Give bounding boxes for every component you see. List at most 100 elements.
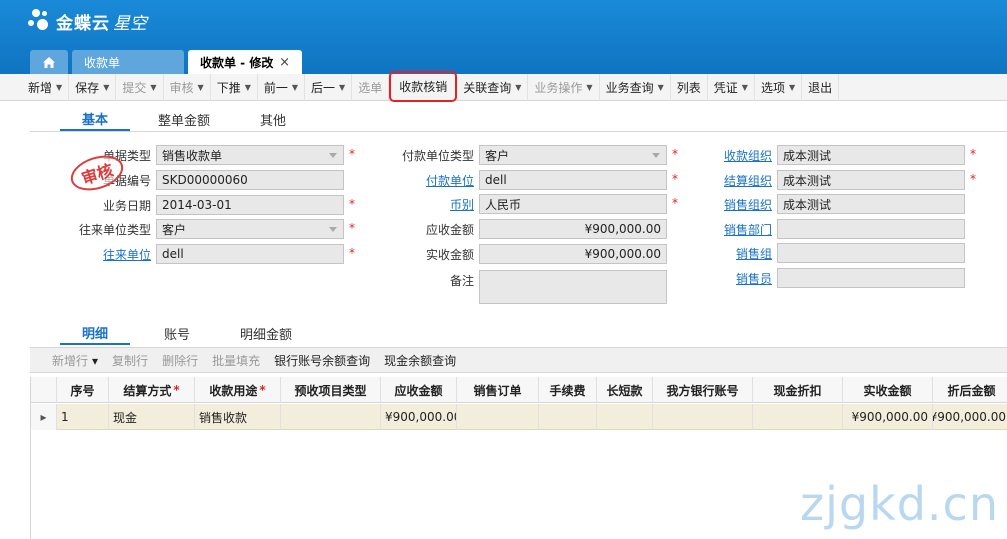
grid-column-header[interactable]: 序号 — [57, 377, 109, 403]
detail-toolbar-label: 现金余额查询 — [384, 353, 457, 368]
sales-org-label-link[interactable]: 销售组织 — [690, 196, 772, 213]
toolbar-button-label: 凭证 — [713, 80, 738, 95]
toolbar-button-4[interactable]: 下推 ▼ — [211, 73, 258, 101]
tab-other[interactable]: 其他 — [252, 107, 294, 131]
row-selector-icon[interactable]: ▸ — [31, 404, 57, 430]
table-cell[interactable] — [597, 404, 653, 430]
tab-whole-amount[interactable]: 整单金额 — [150, 107, 218, 131]
sales-group-label-link[interactable]: 销售组 — [690, 245, 772, 262]
settle-org-field[interactable]: 成本测试 — [777, 170, 965, 190]
sales-dept-label-link[interactable]: 销售部门 — [690, 221, 772, 238]
doc-no-field[interactable]: SKD00000060 — [156, 170, 344, 190]
toolbar-button-9[interactable]: 关联查询 ▼ — [457, 73, 529, 101]
payer-type-select[interactable]: 客户 — [479, 145, 667, 165]
grid-column-header[interactable]: 实收金额 — [843, 377, 933, 403]
tab-home[interactable] — [30, 50, 68, 74]
detail-toolbar-button-4[interactable]: 银行账号余额查询 — [274, 352, 370, 369]
collect-org-label-link[interactable]: 收款组织 — [690, 147, 772, 164]
salesman-label-link[interactable]: 销售员 — [690, 270, 772, 287]
toolbar-button-14[interactable]: 选项 ▼ — [755, 73, 803, 101]
remark-label: 备注 — [449, 274, 474, 288]
sales-dept-field[interactable] — [777, 219, 965, 239]
toolbar-button-8[interactable]: 收款核销 — [389, 70, 458, 102]
toolbar-button-1[interactable]: 保存 ▼ — [69, 73, 117, 101]
toolbar-button-label: 下推 — [216, 80, 241, 95]
grid-column-header[interactable]: 长短款 — [597, 377, 653, 403]
table-cell[interactable] — [539, 404, 597, 430]
salesman-field[interactable] — [777, 268, 965, 288]
collect-org-field[interactable]: 成本测试 — [777, 145, 965, 165]
toolbar-button-0[interactable]: 新增 ▼ — [22, 73, 70, 101]
sales-group-field[interactable] — [777, 243, 965, 263]
toolbar-button-11[interactable]: 业务查询 ▼ — [600, 73, 671, 101]
toolbar-button-6[interactable]: 后一 ▼ — [305, 73, 353, 101]
contact-label-link[interactable]: 往来单位 — [40, 246, 151, 263]
tab-basic[interactable]: 基本 — [60, 107, 131, 131]
toolbar-button-12[interactable]: 列表 — [671, 73, 708, 101]
tab-detail[interactable]: 明细 — [60, 321, 131, 345]
contact-type-select[interactable]: 客户 — [156, 219, 344, 239]
toolbar-button-label: 选项 — [760, 80, 785, 95]
doc-type-select[interactable]: 销售收款单 — [156, 145, 344, 165]
detail-toolbar-button-0[interactable]: 新增行 ▾ — [52, 352, 98, 369]
table-cell[interactable] — [457, 404, 539, 430]
table-cell[interactable] — [281, 404, 381, 430]
currency-value: 人民币 — [485, 197, 522, 212]
grid-column-header[interactable]: 预收项目类型 — [281, 377, 381, 403]
grid-column-header[interactable]: 折后金额 — [933, 377, 1007, 403]
main-toolbar: 新增 ▼ 保存 ▼ 提交 ▼ 审核 ▼ 下推 ▼ 前一 ▼ 后一 ▼ 选单 收款核销 关联查询 ▼ 业务操作 ▼ 业务查… — [0, 70, 1007, 102]
settle-org-label-link[interactable]: 结算组织 — [690, 172, 772, 189]
toolbar-button-5[interactable]: 前一 ▼ — [258, 73, 306, 101]
required-mark: * — [173, 383, 180, 397]
tab-receipt-edit[interactable]: 收款单 - 修改 × — [188, 50, 302, 74]
sales-org-field[interactable]: 成本测试 — [777, 194, 965, 214]
toolbar-button-10[interactable]: 业务操作 ▼ — [528, 73, 600, 101]
toolbar-button-3[interactable]: 审核 ▼ — [164, 73, 211, 101]
received-field[interactable]: ¥900,000.00 — [479, 244, 667, 264]
receivable-label: 应收金额 — [425, 223, 474, 237]
grid-column-header[interactable]: 手续费 — [539, 377, 597, 403]
grid-column-header[interactable]: 收款用途 * — [195, 377, 281, 403]
table-cell[interactable] — [653, 404, 753, 430]
chevron-down-icon — [652, 153, 660, 158]
detail-toolbar-button-3[interactable]: 批量填充 — [212, 352, 260, 369]
table-cell[interactable] — [753, 404, 843, 430]
header-section-tabs: 基本 整单金额 其他 — [60, 107, 314, 131]
table-row[interactable]: ▸ 1 现金 销售收款 ¥900,000.00 ¥900,000.00 ¥900,000.0… — [31, 404, 1007, 430]
toolbar-button-7[interactable]: 选单 — [352, 73, 390, 101]
detail-toolbar-label: 删除行 — [162, 353, 199, 368]
watermark: zjgkd.cn — [799, 477, 999, 531]
contact-field[interactable]: dell — [156, 244, 344, 264]
receivable-field[interactable]: ¥900,000.00 — [479, 219, 667, 239]
doc-no-value: SKD00000060 — [162, 173, 248, 187]
table-cell[interactable]: 销售收款 — [195, 404, 281, 430]
table-cell[interactable]: 1 — [57, 404, 109, 430]
close-icon[interactable]: × — [279, 55, 290, 70]
column-header-label: 折后金额 — [947, 383, 996, 398]
grid-column-header[interactable]: 销售订单 — [457, 377, 539, 403]
table-cell[interactable]: ¥900,000.00 — [381, 404, 457, 430]
table-cell[interactable]: ¥900,000.00 — [843, 404, 933, 430]
currency-field[interactable]: 人民币 — [479, 194, 667, 214]
grid-column-header[interactable]: 应收金额 — [381, 377, 457, 403]
toolbar-button-15[interactable]: 退出 — [802, 73, 840, 101]
currency-label-link[interactable]: 币别 — [370, 196, 474, 213]
biz-date-field[interactable]: 2014-03-01 — [156, 195, 344, 215]
toolbar-button-13[interactable]: 凭证 ▼ — [708, 73, 755, 101]
detail-toolbar-button-5[interactable]: 现金余额查询 — [384, 352, 456, 369]
table-cell[interactable]: 现金 — [109, 404, 195, 430]
detail-toolbar-button-2[interactable]: 删除行 — [162, 352, 198, 369]
grid-column-header[interactable]: 现金折扣 — [753, 377, 843, 403]
table-cell[interactable]: ¥900,000.00 — [933, 404, 1007, 430]
tab-receipt[interactable]: 收款单 — [72, 50, 184, 74]
detail-toolbar-button-1[interactable]: 复制行 — [112, 352, 148, 369]
toolbar-button-2[interactable]: 提交 ▼ — [116, 73, 164, 101]
tab-detail-amount[interactable]: 明细金额 — [232, 321, 300, 345]
grid-column-header[interactable]: 我方银行账号 — [653, 377, 753, 403]
grid-column-header[interactable]: 结算方式 * — [109, 377, 195, 403]
remark-textarea[interactable] — [479, 270, 667, 304]
payer-field[interactable]: dell — [479, 170, 667, 190]
tab-account[interactable]: 账号 — [156, 321, 198, 345]
payer-label-link[interactable]: 付款单位 — [370, 172, 474, 189]
toolbar-button-label: 关联查询 — [463, 80, 512, 95]
